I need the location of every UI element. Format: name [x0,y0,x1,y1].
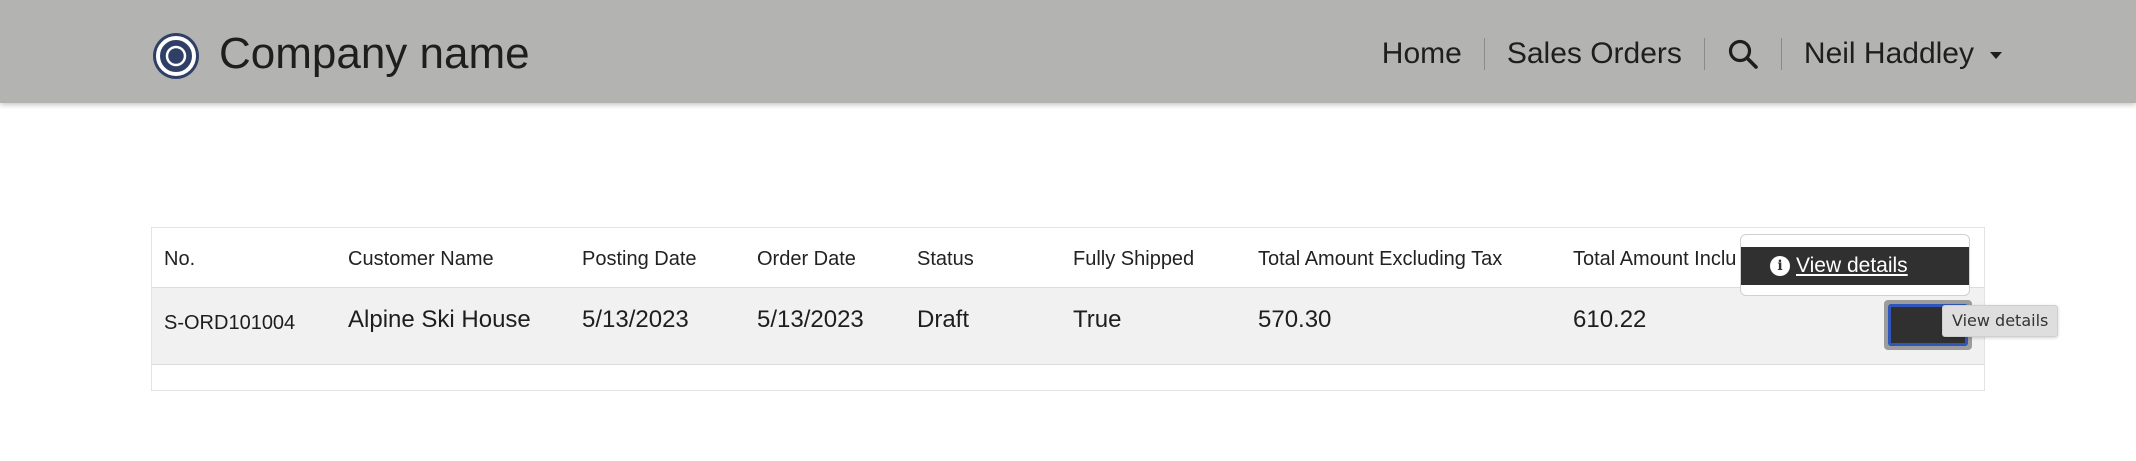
view-details-menu-item[interactable]: i View details [1741,247,1969,285]
row-actions-menu: i View details [1740,234,1970,296]
cell-status: Draft [917,306,970,333]
column-header-status[interactable]: Status [917,247,974,271]
user-name: Neil Haddley [1803,37,1974,70]
chevron-down-icon [1990,51,2002,59]
cell-customer-name: Alpine Ski House [348,306,531,333]
column-header-total-incl-tax[interactable]: Total Amount Inclu [1573,247,1736,271]
table-header-row: No. Customer Name Posting Date Order Dat… [152,228,1984,288]
nav-divider [1483,38,1485,70]
company-name[interactable]: Company name [219,27,530,81]
view-details-tooltip: View details [1942,305,2059,337]
cell-order-no: S-ORD101004 [164,312,296,334]
cell-total-incl-tax: 610.22 [1573,306,1647,333]
nav-home-link[interactable]: Home [1382,34,1462,74]
cell-total-excl-tax: 570.30 [1258,306,1332,333]
cell-posting-date: 5/13/2023 [582,306,689,333]
nav-sales-orders-link[interactable]: Sales Orders [1507,34,1682,74]
column-header-total-excl-tax[interactable]: Total Amount Excluding Tax [1258,247,1502,271]
top-nav-bar: Company name Home Sales Orders Neil Hadd… [0,0,2136,103]
cell-fully-shipped: True [1073,306,1122,333]
sales-orders-table: No. Customer Name Posting Date Order Dat… [151,227,1985,391]
cell-order-date: 5/13/2023 [757,306,864,333]
view-details-label: View details [1796,254,1908,277]
column-header-order-date[interactable]: Order Date [757,247,856,271]
column-header-posting-date[interactable]: Posting Date [582,247,697,271]
search-icon[interactable] [1727,38,1759,70]
column-header-no[interactable]: No. [164,247,195,271]
company-logo-icon[interactable] [151,31,201,81]
info-icon: i [1770,256,1790,276]
nav-divider [1703,38,1705,70]
nav-divider [1780,38,1782,70]
table-row[interactable]: S-ORD101004 Alpine Ski House 5/13/2023 5… [152,288,1984,365]
column-header-customer-name[interactable]: Customer Name [348,247,494,271]
column-header-fully-shipped[interactable]: Fully Shipped [1073,247,1194,271]
main-nav: Home Sales Orders Neil Haddley [1382,34,2002,74]
user-menu-dropdown[interactable]: Neil Haddley [1804,34,2002,74]
